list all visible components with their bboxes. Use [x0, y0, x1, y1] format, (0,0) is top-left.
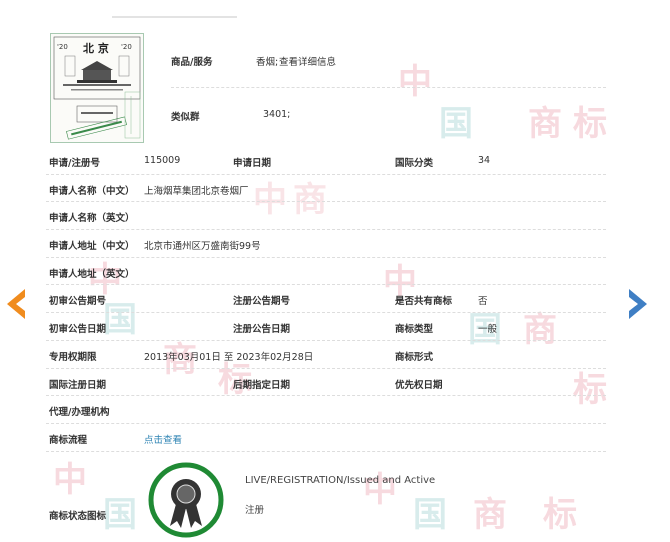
field-label: 商标类型	[395, 324, 434, 336]
field-label: 专用权期限	[49, 351, 97, 363]
goods-value: 香烟;	[256, 57, 279, 68]
field-value: 2013年03月01日 至 2023年02月28日	[144, 351, 314, 363]
field-label: 注册公告期号	[233, 296, 291, 308]
similar-group-row: 类似群 3401;	[171, 88, 606, 142]
field-label: 注册公告日期	[233, 324, 291, 336]
field-label: 初审公告期号	[49, 296, 107, 308]
trademark-header: '20 '20 北 京 商品/服务 香烟; 查看详细信息 类似群 3401;	[46, 25, 606, 147]
field-label: 申请人名称（英文）	[49, 213, 135, 225]
table-row: 专用权期限 2013年03月01日 至 2023年02月28日 商标形式	[46, 341, 606, 369]
goods-label: 商品/服务	[171, 57, 213, 68]
field-value: 34	[478, 155, 491, 166]
goods-row: 商品/服务 香烟; 查看详细信息	[171, 33, 606, 88]
table-row: 商标流程 点击查看	[46, 424, 606, 452]
registered-badge-icon	[148, 462, 224, 538]
field-label: 后期指定日期	[233, 379, 291, 391]
field-label: 申请人名称（中文）	[49, 185, 135, 197]
field-label: 初审公告日期	[49, 324, 107, 336]
status-label: 商标状态图标	[49, 510, 107, 522]
field-label: 申请人地址（英文）	[49, 268, 135, 280]
field-label: 国际注册日期	[49, 379, 107, 391]
table-row: 申请人地址（英文）	[46, 258, 606, 286]
field-label: 申请人地址（中文）	[49, 241, 135, 253]
info-table: 申请/注册号 115009 申请日期 国际分类 34 申请人名称（中文） 上海烟草集团北京卷…	[46, 147, 606, 452]
pack-title: 北 京	[83, 41, 109, 55]
top-divider	[112, 16, 237, 18]
prev-arrow-icon[interactable]	[5, 287, 27, 321]
field-value: 115009	[144, 155, 181, 166]
cigarette-pack-image: '20 '20 北 京	[51, 34, 143, 142]
goods-detail-link[interactable]: 查看详细信息	[279, 54, 336, 68]
status-row: 商标状态图标 LIVE/REGISTRATION/Issued and Acti…	[46, 452, 606, 542]
field-label: 是否共有商标	[395, 296, 453, 308]
field-label: 商标流程	[49, 434, 88, 446]
table-row: 申请人地址（中文） 北京市通州区万盛南街99号	[46, 230, 606, 258]
trademark-detail: '20 '20 北 京 商品/服务 香烟; 查看详细信息 类似群 3401; 申…	[46, 25, 606, 542]
process-link[interactable]: 点击查看	[144, 432, 182, 446]
field-label: 代理/办理机构	[49, 407, 110, 419]
field-value: 上海烟草集团北京卷烟厂	[144, 185, 249, 197]
price-left: '20	[57, 43, 68, 51]
table-row: 国际注册日期 后期指定日期 优先权日期	[46, 369, 606, 397]
field-label: 申请/注册号	[49, 158, 100, 169]
similar-group-label: 类似群	[171, 112, 200, 123]
field-label: 商标形式	[395, 351, 434, 363]
field-label: 国际分类	[395, 158, 434, 169]
field-label: 优先权日期	[395, 379, 443, 391]
price-right: '20	[121, 43, 132, 51]
field-value: 北京市通州区万盛南街99号	[144, 241, 261, 253]
table-row: 申请/注册号 115009 申请日期 国际分类 34	[46, 147, 606, 175]
trademark-image[interactable]: '20 '20 北 京	[50, 33, 144, 143]
table-row: 申请人名称（中文） 上海烟草集团北京卷烟厂	[46, 175, 606, 203]
status-text-en: LIVE/REGISTRATION/Issued and Active	[245, 474, 436, 486]
next-arrow-icon[interactable]	[627, 287, 649, 321]
table-row: 初审公告日期 注册公告日期 商标类型 一般	[46, 313, 606, 341]
field-value: 一般	[478, 324, 498, 336]
table-row: 代理/办理机构	[46, 396, 606, 424]
field-label: 申请日期	[233, 158, 272, 169]
table-row: 初审公告期号 注册公告期号 是否共有商标 否	[46, 285, 606, 314]
status-text-cn: 注册	[245, 504, 265, 516]
table-row: 申请人名称（英文）	[46, 202, 606, 231]
similar-group-value: 3401;	[263, 109, 291, 120]
field-value: 否	[478, 296, 488, 308]
